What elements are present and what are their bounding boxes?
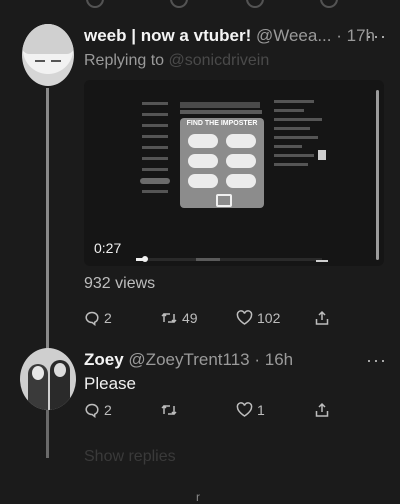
share-button[interactable] <box>314 402 330 418</box>
retweet-button[interactable]: 49 <box>160 310 198 326</box>
like-icon[interactable] <box>246 0 264 8</box>
avatar[interactable] <box>22 24 74 86</box>
retweet-icon <box>160 402 178 418</box>
reply-button[interactable]: 2 <box>84 402 112 418</box>
card-logo <box>216 194 232 207</box>
like-count: 1 <box>257 402 265 418</box>
video-frame-button <box>140 178 170 184</box>
reply-icon <box>84 310 100 326</box>
avatar[interactable] <box>20 348 76 410</box>
share-icon <box>314 402 330 418</box>
share-button[interactable] <box>314 310 330 326</box>
video-frame-right-panel <box>274 100 332 184</box>
share-icon[interactable] <box>320 0 338 8</box>
retweet-icon <box>160 310 178 326</box>
replying-to: Replying to @sonicdrivein <box>84 52 269 70</box>
replying-prefix: Replying to <box>84 52 165 69</box>
video-control-mark <box>316 260 328 262</box>
replying-to-link[interactable]: @sonicdrivein <box>169 52 270 69</box>
video-frame-post-header <box>180 102 260 108</box>
like-count: 102 <box>257 310 281 326</box>
reply-count: 2 <box>104 402 112 418</box>
reply-count: 2 <box>104 310 112 326</box>
display-name[interactable]: Zoey <box>84 350 124 369</box>
like-icon <box>236 310 253 326</box>
card-blob <box>226 134 256 148</box>
thread-line <box>46 88 49 350</box>
video-frame-scrollbar <box>376 90 379 260</box>
card-blob <box>226 154 256 168</box>
avatar-eye <box>35 60 45 62</box>
tweet-text: Please <box>84 374 136 393</box>
user-handle[interactable]: @ZoeyTrent113 <box>128 350 249 369</box>
share-icon <box>314 310 330 326</box>
tweet-header: Zoey @ZoeyTrent113 · 16h <box>84 350 293 370</box>
user-handle[interactable]: @Weea... <box>256 26 332 45</box>
more-icon[interactable]: ··· <box>366 350 387 371</box>
avatar-eye <box>51 60 61 62</box>
avatar-face <box>32 366 44 380</box>
reply-icon[interactable] <box>86 0 104 8</box>
retweet-count: 49 <box>182 310 198 326</box>
card-blob <box>188 134 218 148</box>
view-count[interactable]: 932 views <box>84 275 155 293</box>
like-button[interactable]: 1 <box>236 402 265 418</box>
tweet-header: weeb | now a vtuber! @Weea... · 17h <box>84 26 375 46</box>
video-timestamp: 0:27 <box>94 240 122 256</box>
video-progress-handle[interactable] <box>142 256 149 262</box>
video-frame-post-text <box>180 110 262 114</box>
video-progress-buffer <box>196 258 220 261</box>
avatar-face <box>54 363 66 377</box>
video-frame-card: FIND THE IMPOSTER <box>180 118 264 208</box>
card-blob <box>188 154 218 168</box>
card-title: FIND THE IMPOSTER <box>186 120 258 127</box>
reply-button[interactable]: 2 <box>84 310 112 326</box>
display-name[interactable]: weeb | now a vtuber! <box>84 26 251 45</box>
next-item-fragment: r <box>196 490 200 504</box>
more-icon[interactable]: ··· <box>366 26 387 47</box>
retweet-button[interactable] <box>160 402 182 418</box>
tweet-actions: 2 49 102 <box>84 310 394 332</box>
tweet-actions: 2 1 <box>84 402 394 424</box>
video-player[interactable]: FIND THE IMPOSTER 0:27 <box>84 80 384 266</box>
card-blob <box>188 174 218 188</box>
reply-icon <box>84 402 100 418</box>
tweet-time[interactable]: · 16h <box>254 350 293 369</box>
previous-tweet-actions <box>0 0 400 8</box>
retweet-icon[interactable] <box>170 0 188 8</box>
show-replies-link[interactable]: Show replies <box>84 448 176 466</box>
video-progress-bar[interactable] <box>136 256 322 262</box>
like-icon <box>236 402 253 418</box>
like-button[interactable]: 102 <box>236 310 280 326</box>
avatar-hair <box>22 24 74 54</box>
thread-line <box>46 408 49 458</box>
card-blob <box>226 174 256 188</box>
